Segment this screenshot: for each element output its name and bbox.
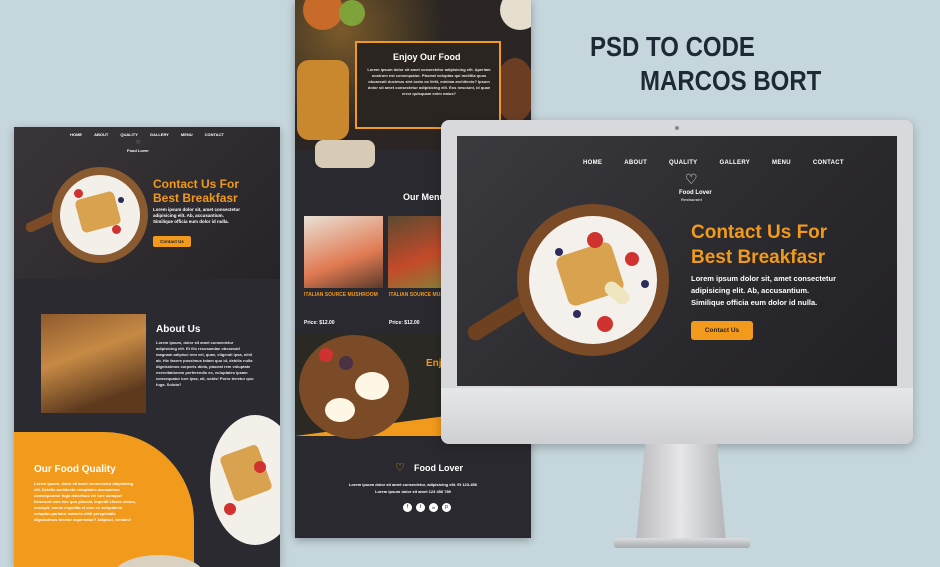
instagram-icon[interactable]: in [429, 503, 438, 512]
menu-item-price: Price: $12.00 [304, 320, 335, 326]
nav-quality[interactable]: QUALITY [669, 160, 697, 166]
left-hero-title: Contact Us For Best Breakfasr [153, 177, 240, 205]
menu-item-name: ITALIAN SOURCE MUSHROOM [304, 292, 378, 298]
footer-line1: Lorem ipsum dolor sit amet consectetur, … [348, 482, 478, 487]
nav-home[interactable]: HOME [70, 132, 82, 137]
enjoy-text: Lorem ipsum dolor sit amet consectetur a… [367, 67, 491, 96]
nav-home[interactable]: HOME [583, 160, 602, 166]
quality-text: Lorem ipsum, dolor sit amet consectetur … [34, 481, 136, 522]
camera-dot [675, 126, 679, 130]
monitor-screen: HOME ABOUT QUALITY GALLERY MENU CONTACT … [457, 136, 897, 386]
pinterest-icon[interactable]: p [442, 503, 451, 512]
strawberry [319, 348, 333, 362]
tacos [297, 60, 349, 140]
heart-logo-icon: ♡ [685, 172, 698, 188]
nav-gallery[interactable]: GALLERY [150, 132, 169, 137]
about-text: Lorem ipsum, dolor sit amet consectetur … [156, 340, 254, 387]
blueberry [573, 310, 581, 318]
monitor-hero-text: Lorem ipsum dolor sit, amet consectetur a… [691, 274, 837, 307]
headline-author: MARCOS BORT [640, 65, 822, 97]
footer-heart-icon: ♡ [395, 461, 405, 474]
menu-photo-1 [304, 216, 383, 288]
wrap [315, 140, 375, 168]
footer-line2: Lorem ipsum dolor sit amet 123 456 789 [375, 489, 451, 494]
nav-quality[interactable]: QUALITY [120, 132, 138, 137]
monitor-contact-button[interactable]: Contact Us [691, 321, 753, 340]
nav-contact[interactable]: CONTACT [813, 160, 844, 166]
monitor-base [614, 538, 750, 548]
monitor-stand [636, 444, 726, 542]
monitor-nav: HOME ABOUT QUALITY GALLERY MENU CONTACT [583, 160, 844, 166]
social-links: f t in p [403, 503, 451, 512]
about-title: About Us [156, 324, 201, 335]
enjoy-title: Enjoy Our Food [393, 52, 461, 62]
strawberry [224, 503, 236, 515]
blueberry [641, 280, 649, 288]
nav-contact[interactable]: CONTACT [205, 132, 224, 137]
blueberry [555, 248, 563, 256]
heart-logo-icon: ♡ [136, 140, 141, 146]
blueberry [118, 197, 124, 203]
nav-about[interactable]: ABOUT [94, 132, 108, 137]
strawberry [254, 461, 266, 473]
nav-menu[interactable]: MENU [181, 132, 193, 137]
left-contact-button[interactable]: Contact Us [153, 236, 191, 247]
desktop-monitor: HOME ABOUT QUALITY GALLERY MENU CONTACT … [441, 120, 913, 444]
about-photo [41, 314, 146, 413]
monitor-brand: Food Lover [679, 190, 712, 196]
footer-brand: Food Lover [414, 463, 463, 473]
strawberry [112, 225, 121, 234]
facebook-icon[interactable]: f [403, 503, 412, 512]
monitor-brand-sub: Restaurant [681, 197, 702, 202]
twitter-icon[interactable]: t [416, 503, 425, 512]
nav-menu[interactable]: MENU [772, 160, 791, 166]
strawberry [625, 252, 639, 266]
strawberry [74, 189, 83, 198]
salsa-bowl [339, 0, 365, 26]
strawberry [587, 232, 603, 248]
menu-title: Our Menu [403, 192, 445, 202]
monitor-hero-title: Contact Us For Best Breakfasr [691, 222, 828, 268]
egg [325, 398, 355, 422]
strawberry [597, 316, 613, 332]
headline-psd-to-code: PSD TO CODE [590, 31, 755, 63]
nav-about[interactable]: ABOUT [624, 160, 647, 166]
left-hero-text: Lorem ipsum dolor sit, amet consectetur a… [153, 207, 241, 224]
left-nav: HOME ABOUT QUALITY GALLERY MENU CONTACT [14, 132, 280, 137]
egg [355, 372, 389, 400]
quality-title: Our Food Quality [34, 464, 116, 475]
left-mockup: HOME ABOUT QUALITY GALLERY MENU CONTACT … [14, 127, 280, 567]
plum [339, 356, 353, 370]
egg-board [299, 335, 409, 439]
left-brand: Food Lover [127, 148, 149, 153]
monitor-chin [441, 388, 913, 444]
menu-item-price: Price: $12.00 [389, 320, 420, 326]
nav-gallery[interactable]: GALLERY [719, 160, 750, 166]
